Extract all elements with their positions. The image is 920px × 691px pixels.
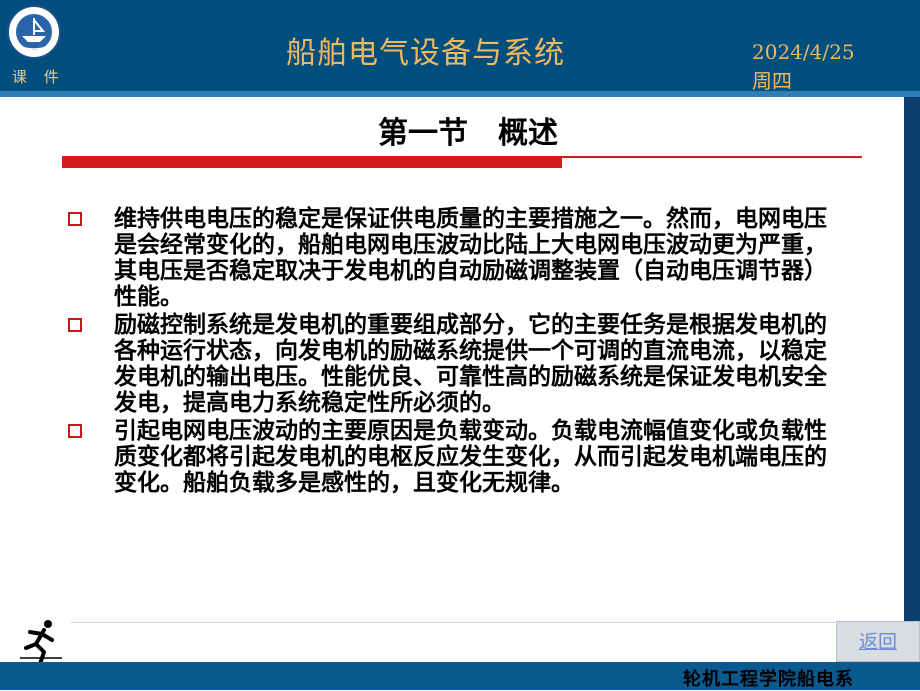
bottom-divider [70, 622, 835, 623]
bullet-item: 维持供电电压的稳定是保证供电质量的主要措施之一。然而，电网电压是会经常变化的，船… [66, 206, 846, 310]
runner-icon [20, 620, 62, 666]
university-seal-icon [7, 5, 61, 59]
header-stripe [0, 91, 920, 97]
course-title: 船舶电气设备与系统 [286, 36, 565, 71]
section-title-text: 第一节 概述 [378, 116, 558, 151]
hollow-square-bullet-icon [68, 424, 82, 438]
courseware-label: 课 件 [12, 68, 65, 86]
bullet-text: 引起电网电压波动的主要原因是负载变动。负载电流幅值变化或负载性质变化都将引起发电… [114, 417, 827, 496]
bullet-list: 维持供电电压的稳定是保证供电质量的主要措施之一。然而，电网电压是会经常变化的，船… [66, 206, 846, 498]
back-button[interactable]: 返回 [836, 621, 920, 662]
bullet-text: 维持供电电压的稳定是保证供电质量的主要措施之一。然而，电网电压是会经常变化的，船… [114, 205, 827, 310]
section-title: 第一节 概述 [0, 108, 920, 152]
bullet-item: 引起电网电压波动的主要原因是负载变动。负载电流幅值变化或负载性质变化都将引起发电… [66, 418, 846, 496]
title-underline-rule [62, 156, 862, 158]
department-label: 轮机工程学院船电系 [683, 669, 854, 690]
header-banner: 课 件 船舶电气设备与系统 2024/4/25 周四 [0, 0, 920, 91]
weekday-label: 周四 [752, 69, 792, 91]
right-side-strip [904, 97, 920, 662]
date-label: 2024/4/25 [752, 40, 855, 64]
hollow-square-bullet-icon [68, 212, 82, 226]
bullet-text: 励磁控制系统是发电机的重要组成部分，它的主要任务是根据发电机的各种运行状态，向发… [114, 311, 827, 416]
hollow-square-bullet-icon [68, 318, 82, 332]
bullet-item: 励磁控制系统是发电机的重要组成部分，它的主要任务是根据发电机的各种运行状态，向发… [66, 312, 846, 416]
